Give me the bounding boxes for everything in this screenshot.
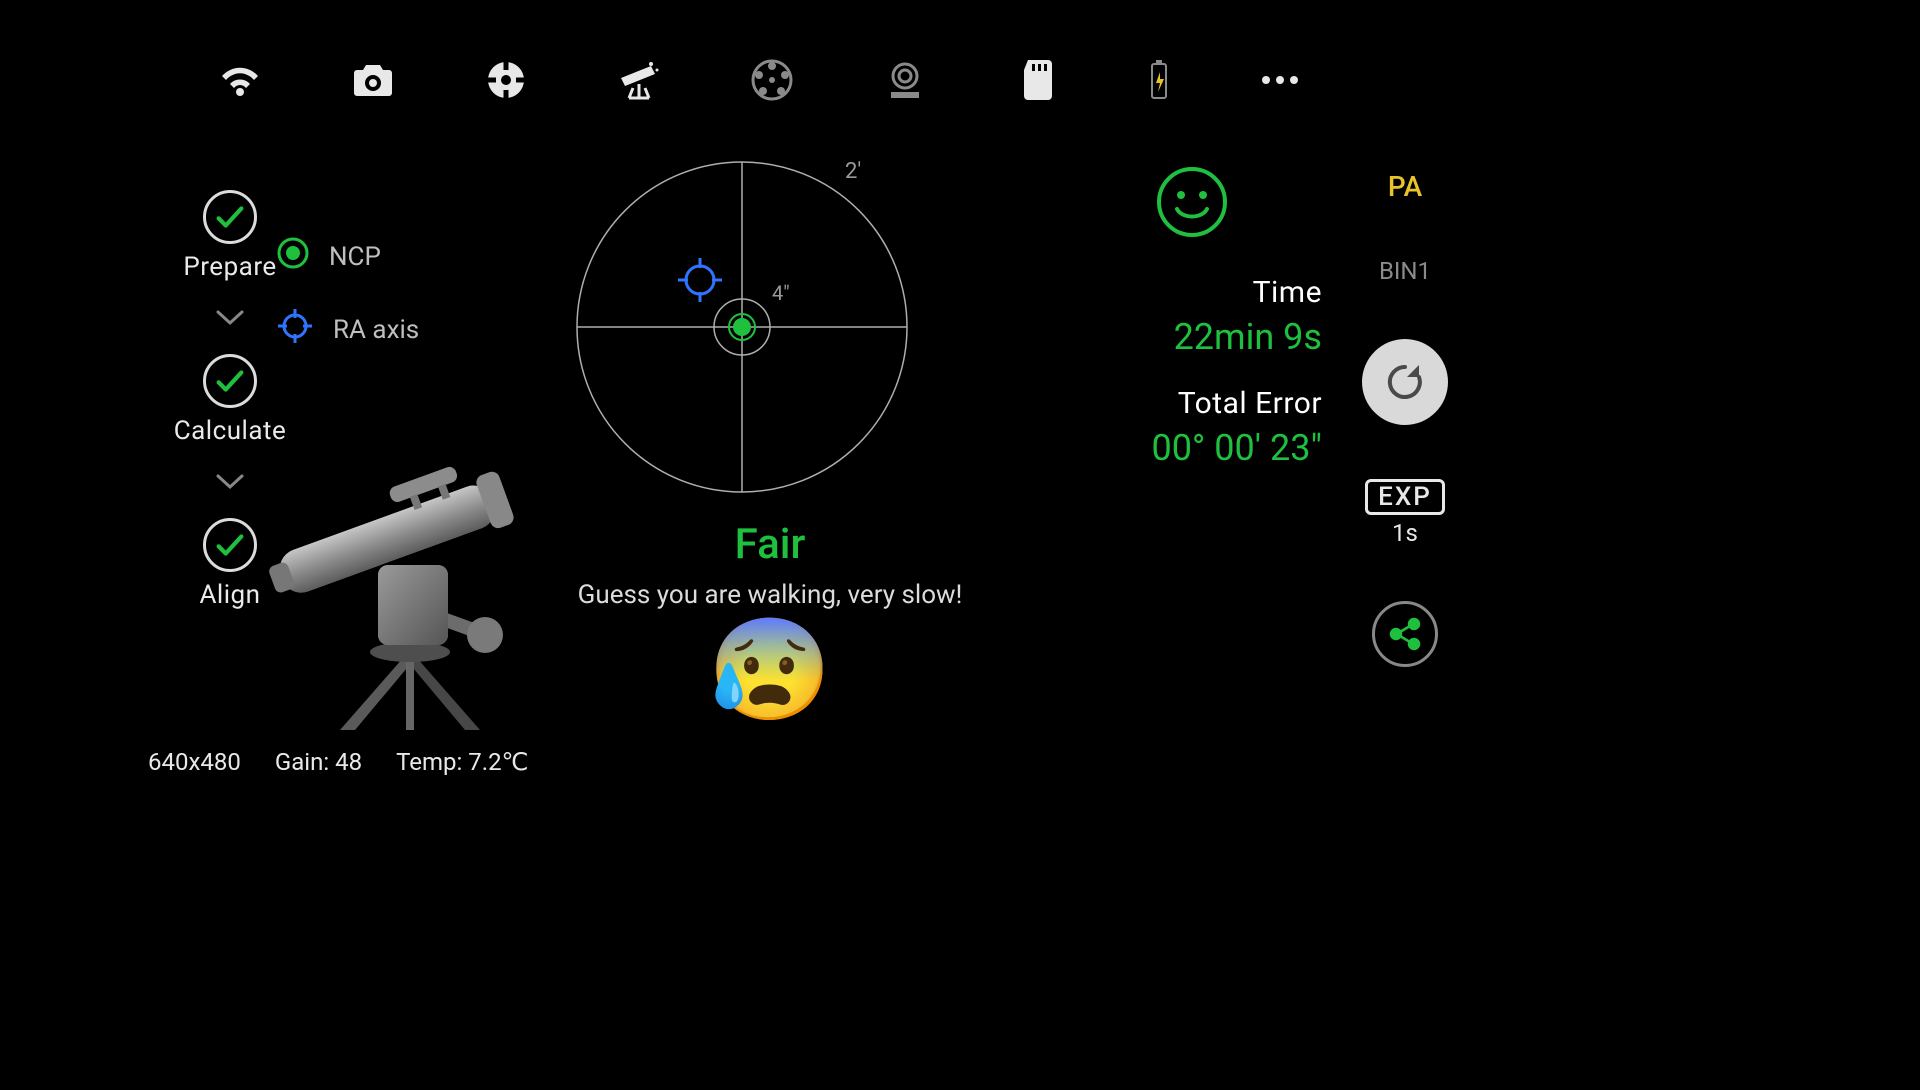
rating-title: Fair xyxy=(560,520,980,569)
binning-value[interactable]: BIN1 xyxy=(1379,257,1431,285)
time-value: 22min 9s xyxy=(1151,316,1322,358)
alignment-rating: Fair Guess you are walking, very slow! 😰 xyxy=(560,520,980,721)
total-error-label: Total Error xyxy=(1151,386,1322,421)
anxious-face-icon: 😰 xyxy=(560,621,980,721)
filterwheel-icon[interactable] xyxy=(748,56,796,104)
step-prepare-label: Prepare xyxy=(183,252,276,282)
exposure-value: 1s xyxy=(1392,519,1418,547)
outer-ring-label: 2' xyxy=(845,159,861,184)
refresh-button[interactable] xyxy=(1362,339,1448,425)
camera-status-row: 640x480 Gain: 48 Temp: 7.2℃ xyxy=(148,748,529,776)
right-stats: Time 22min 9s Total Error 00° 00' 23" xyxy=(1062,165,1322,469)
more-icon[interactable] xyxy=(1256,56,1304,104)
temperature-value: Temp: 7.2℃ xyxy=(396,748,528,776)
wifi-icon[interactable] xyxy=(216,56,264,104)
legend: NCP RA axis xyxy=(275,235,419,353)
inner-ring-label: 4" xyxy=(772,281,790,305)
exposure-label: EXP xyxy=(1365,479,1445,515)
chevron-down-icon xyxy=(215,472,245,492)
step-align[interactable]: Align xyxy=(199,518,260,610)
target-icon[interactable] xyxy=(482,56,530,104)
camera-icon[interactable] xyxy=(349,56,397,104)
share-button[interactable] xyxy=(1372,601,1438,667)
step-calculate-check xyxy=(203,354,257,408)
rating-subtitle: Guess you are walking, very slow! xyxy=(560,577,980,613)
ra-marker-icon xyxy=(275,306,315,353)
smile-icon xyxy=(1155,165,1229,239)
legend-ra-label: RA axis xyxy=(333,315,419,345)
legend-ncp: NCP xyxy=(275,235,419,278)
step-align-check xyxy=(203,518,257,572)
legend-ncp-label: NCP xyxy=(329,242,381,272)
exposure-control[interactable]: EXP 1s xyxy=(1365,479,1445,547)
telescope-illustration xyxy=(260,400,560,730)
telescope-icon[interactable] xyxy=(615,56,663,104)
mode-pa[interactable]: PA xyxy=(1388,170,1422,203)
top-toolbar xyxy=(0,52,1520,108)
legend-ra: RA axis xyxy=(275,306,419,353)
ncp-marker-icon xyxy=(275,235,311,278)
side-controls: PA BIN1 EXP 1s xyxy=(1345,170,1465,667)
gain-value: Gain: 48 xyxy=(275,748,362,776)
step-prepare-check xyxy=(203,190,257,244)
step-prepare[interactable]: Prepare xyxy=(183,190,276,282)
step-align-label: Align xyxy=(199,580,260,610)
resolution-value: 640x480 xyxy=(148,748,241,776)
time-label: Time xyxy=(1151,275,1322,310)
battery-icon[interactable] xyxy=(1147,56,1171,104)
chevron-down-icon xyxy=(215,308,245,328)
polar-target: 2' 4" xyxy=(560,145,925,510)
focuser-icon[interactable] xyxy=(881,56,929,104)
total-error-value: 00° 00' 23" xyxy=(1151,427,1322,469)
sdcard-icon[interactable] xyxy=(1014,56,1062,104)
